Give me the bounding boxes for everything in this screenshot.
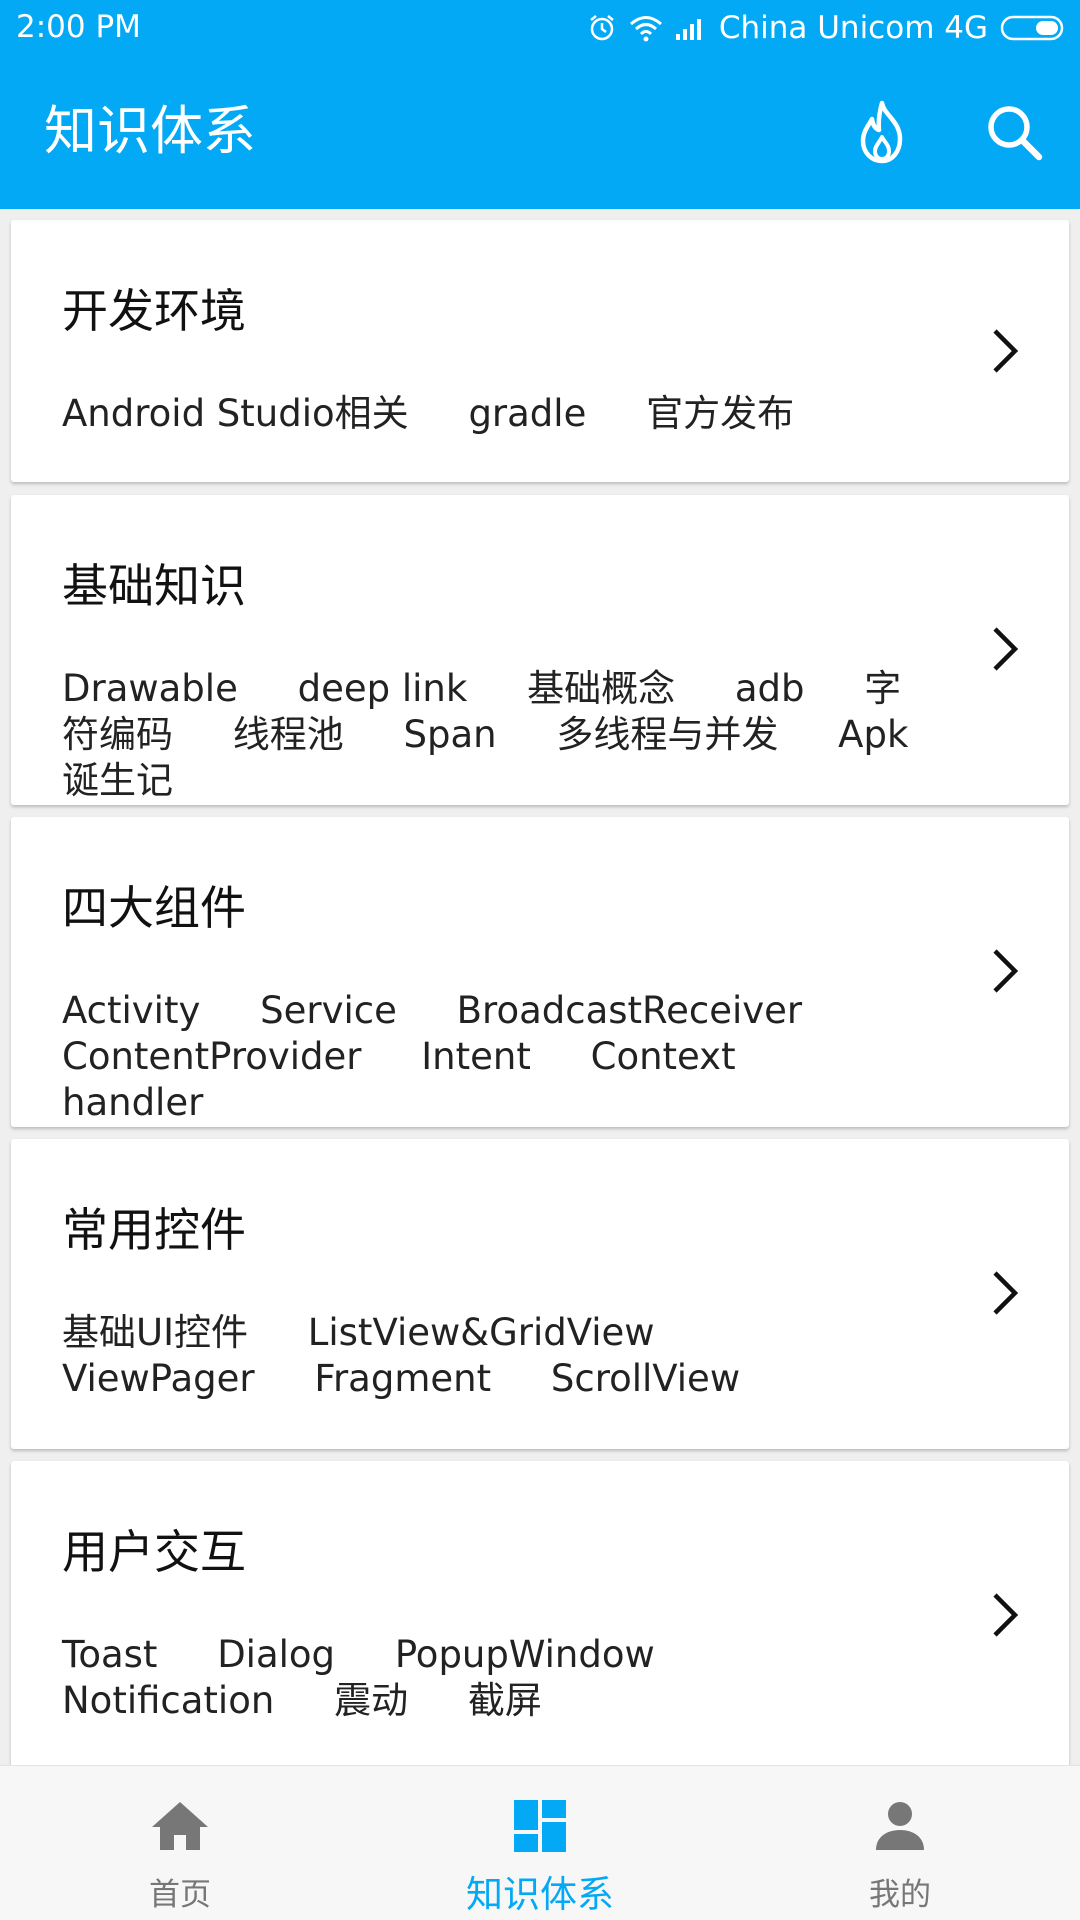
tag: 截屏: [467, 1679, 542, 1722]
tag: deep link: [297, 667, 468, 710]
category-tags: Toast Dialog PopupWindow Notification 震动…: [62, 1632, 942, 1724]
tag: Android Studio相关: [62, 392, 409, 435]
category-tags: Drawable deep link 基础概念 adb 字符编码 线程池 Spa…: [62, 666, 932, 804]
tag: Notification: [62, 1679, 275, 1722]
chevron-right-icon: [993, 329, 1019, 373]
tag: Activity: [62, 989, 201, 1032]
category-card[interactable]: 四大组件 Activity Service BroadcastReceiver …: [11, 817, 1069, 1127]
status-bar: 2:00 PM China Unicom 4G: [0, 0, 1080, 56]
chevron-right-icon: [993, 949, 1019, 993]
tag: Span: [403, 713, 497, 756]
category-title: 用户交互: [62, 1525, 246, 1579]
category-tags: Activity Service BroadcastReceiver Conte…: [62, 988, 942, 1126]
category-card[interactable]: 用户交互 Toast Dialog PopupWindow Notificati…: [11, 1461, 1069, 1765]
nav-label: 我的: [869, 1877, 931, 1913]
battery-icon: [1000, 14, 1066, 42]
category-card[interactable]: 基础知识 Drawable deep link 基础概念 adb 字符编码 线程…: [11, 495, 1069, 805]
app-bar: 知识体系: [0, 56, 1080, 209]
tag: 震动: [334, 1679, 409, 1722]
chevron-right-icon: [993, 627, 1019, 671]
category-tags: Android Studio相关 gradle 官方发布: [62, 391, 942, 437]
knowledge-list[interactable]: 开发环境 Android Studio相关 gradle 官方发布 基础知识 D…: [0, 209, 1080, 1765]
carrier-label: China Unicom 4G: [718, 10, 988, 46]
nav-item-home[interactable]: 首页: [0, 1766, 360, 1920]
status-time: 2:00 PM: [16, 9, 141, 45]
tag: Fragment: [314, 1357, 492, 1400]
tag: PopupWindow: [394, 1633, 655, 1676]
category-title: 开发环境: [62, 284, 246, 338]
tag: 基础概念: [527, 667, 676, 710]
nav-label: 首页: [149, 1877, 211, 1913]
tag: ScrollView: [550, 1357, 741, 1400]
search-icon[interactable]: [976, 94, 1052, 170]
tag: Toast: [62, 1633, 158, 1676]
tag: 官方发布: [646, 392, 795, 435]
nav-item-profile[interactable]: 我的: [720, 1766, 1080, 1920]
hot-icon[interactable]: [844, 94, 920, 170]
tag: 线程池: [232, 713, 344, 756]
signal-icon: [675, 15, 707, 41]
category-title: 常用控件: [62, 1203, 246, 1257]
tag: 基础UI控件: [62, 1311, 248, 1354]
tag: Drawable: [62, 667, 238, 710]
bottom-navigation: 首页 知识体系 我的: [0, 1765, 1080, 1920]
category-card[interactable]: 常用控件 基础UI控件 ListView&GridView ViewPager …: [11, 1139, 1069, 1449]
wifi-icon: [629, 14, 663, 42]
chevron-right-icon: [993, 1271, 1019, 1315]
tag: Dialog: [217, 1633, 336, 1676]
tag: BroadcastReceiver: [456, 989, 803, 1032]
chevron-right-icon: [993, 1593, 1019, 1637]
category-card[interactable]: 开发环境 Android Studio相关 gradle 官方发布: [11, 220, 1069, 482]
tag: gradle: [468, 392, 587, 435]
dashboard-icon: [508, 1794, 572, 1858]
nav-label: 知识体系: [466, 1873, 614, 1916]
tag: 多线程与并发: [556, 713, 779, 756]
tag: Intent: [421, 1035, 531, 1078]
tag: adb: [734, 667, 805, 710]
person-icon: [868, 1794, 932, 1858]
nav-item-knowledge[interactable]: 知识体系: [360, 1766, 720, 1920]
tag: Service: [260, 989, 397, 1032]
status-icons: China Unicom 4G: [587, 9, 1066, 47]
category-title: 四大组件: [62, 881, 246, 935]
tag: ListView&GridView: [307, 1311, 655, 1354]
category-title: 基础知识: [62, 559, 246, 613]
tag: ViewPager: [62, 1357, 255, 1400]
tag: Context: [590, 1035, 736, 1078]
alarm-icon: [587, 13, 617, 43]
tag: handler: [62, 1081, 204, 1124]
tag: ContentProvider: [62, 1035, 362, 1078]
home-icon: [148, 1794, 212, 1858]
page-title: 知识体系: [44, 101, 256, 162]
category-tags: 基础UI控件 ListView&GridView ViewPager Fragm…: [62, 1310, 942, 1402]
